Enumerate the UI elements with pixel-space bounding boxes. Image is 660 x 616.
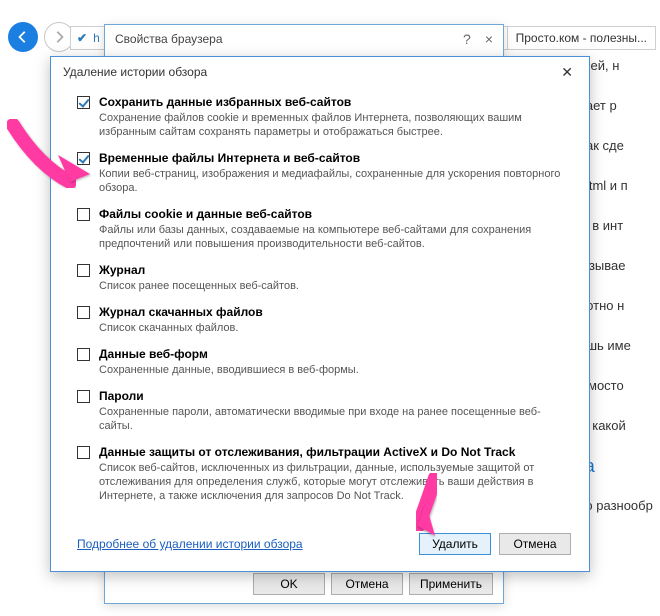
dialog-body: Сохранить данные избранных веб-сайтов Сох… <box>51 87 589 523</box>
option-row: Данные веб-форм Сохраненные данные, вводи… <box>77 347 569 377</box>
option-row: Данные защиты от отслеживания, фильтраци… <box>77 445 569 503</box>
option-label[interactable]: Журнал <box>99 263 569 277</box>
address-text: h <box>93 31 100 45</box>
option-label[interactable]: Пароли <box>99 389 569 403</box>
tab-label: Просто.ком - полезны... <box>516 31 647 45</box>
delete-history-dialog: Удаление истории обзора ✕ Сохранить данн… <box>50 56 590 572</box>
option-description: Копии веб-страниц, изображения и медиафа… <box>99 167 569 195</box>
option-description: Файлы или базы данных, создаваемые на ко… <box>99 223 569 251</box>
option-row: Журнал Список ранее посещенных веб-сайтов… <box>77 263 569 293</box>
option-description: Сохранение файлов cookie и временных фай… <box>99 111 569 139</box>
option-row: Пароли Сохраненные пароли, автоматически … <box>77 389 569 433</box>
checkbox[interactable] <box>77 264 90 277</box>
back-button[interactable] <box>8 22 38 52</box>
checkbox[interactable] <box>77 348 90 361</box>
option-description: Сохраненные данные, вводившиеся в веб-фо… <box>99 363 569 377</box>
checkbox[interactable] <box>77 208 90 221</box>
option-row: Сохранить данные избранных веб-сайтов Сох… <box>77 95 569 139</box>
delete-button[interactable]: Удалить <box>419 533 491 555</box>
option-description: Список веб-сайтов, исключенных из фильтр… <box>99 461 569 503</box>
dialog-footer: Подробнее об удалении истории обзора Уда… <box>51 523 589 571</box>
option-label[interactable]: Журнал скачанных файлов <box>99 305 569 319</box>
option-label[interactable]: Данные защиты от отслеживания, фильтраци… <box>99 445 569 459</box>
dialog-button-row: OK Отмена Применить <box>253 573 493 595</box>
option-row: Файлы cookie и данные веб-сайтов Файлы ил… <box>77 207 569 251</box>
ok-button[interactable]: OK <box>253 573 325 595</box>
option-label[interactable]: Сохранить данные избранных веб-сайтов <box>99 95 569 109</box>
close-icon[interactable]: × <box>485 31 493 47</box>
browser-nav <box>8 22 74 52</box>
browser-tab[interactable]: Просто.ком - полезны... <box>507 26 656 50</box>
cancel-button[interactable]: Отмена <box>499 533 571 555</box>
close-icon[interactable]: ✕ <box>555 62 579 83</box>
option-description: Список ранее посещенных веб-сайтов. <box>99 279 569 293</box>
option-row: Журнал скачанных файлов Список скачанных … <box>77 305 569 335</box>
option-label[interactable]: Временные файлы Интернета и веб-сайтов <box>99 151 569 165</box>
option-row: Временные файлы Интернета и веб-сайтов Ко… <box>77 151 569 195</box>
checkbox[interactable] <box>77 96 90 109</box>
dialog-titlebar: Свойства браузера ? × <box>105 25 503 53</box>
dialog-title: Удаление истории обзора <box>63 65 207 79</box>
checkbox[interactable] <box>77 446 90 459</box>
check-icon: ✔ <box>77 31 87 45</box>
help-icon[interactable]: ? <box>463 31 471 47</box>
option-label[interactable]: Файлы cookie и данные веб-сайтов <box>99 207 569 221</box>
dialog-titlebar: Удаление истории обзора ✕ <box>51 57 589 87</box>
option-description: Сохраненные пароли, автоматически вводим… <box>99 405 569 433</box>
more-info-link[interactable]: Подробнее об удалении истории обзора <box>77 537 303 551</box>
cancel-button[interactable]: Отмена <box>331 573 403 595</box>
checkbox[interactable] <box>77 390 90 403</box>
option-description: Список скачанных файлов. <box>99 321 569 335</box>
checkbox[interactable] <box>77 152 90 165</box>
arrow-left-icon <box>16 30 30 44</box>
checkbox[interactable] <box>77 306 90 319</box>
apply-button[interactable]: Применить <box>409 573 493 595</box>
dialog-title: Свойства браузера <box>115 32 223 46</box>
option-label[interactable]: Данные веб-форм <box>99 347 569 361</box>
arrow-right-icon <box>52 30 66 44</box>
